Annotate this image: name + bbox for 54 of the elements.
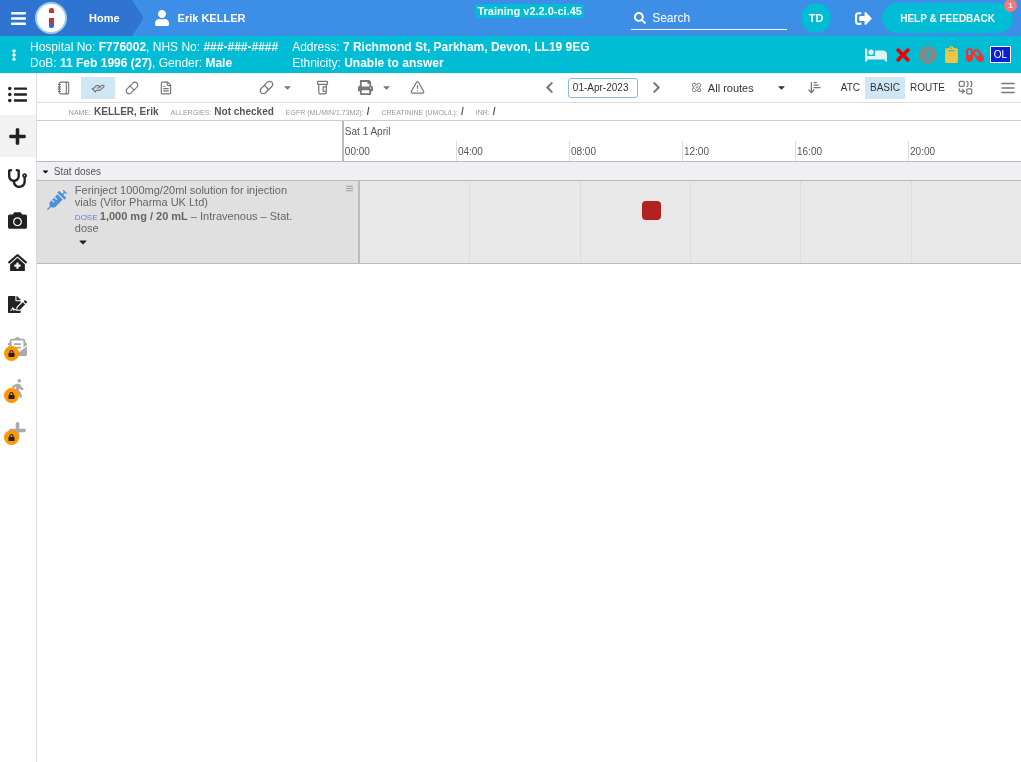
routes-dropdown[interactable]: All routes [686, 81, 791, 94]
lock-icon [4, 430, 19, 445]
group-header[interactable]: Stat doses [36, 162, 1021, 181]
date-field[interactable]: 01-Apr-2023 [567, 77, 638, 98]
hour-label: 12:00 [683, 145, 709, 157]
pill-icon [124, 80, 139, 95]
view-tab[interactable] [80, 76, 115, 99]
lock-icon [4, 388, 19, 403]
day-label: Sat 1 April [343, 125, 391, 137]
clipboard-icon[interactable] [942, 46, 960, 63]
signed-document-icon [8, 294, 28, 314]
group-title: Stat doses [53, 165, 102, 177]
grouping-tab[interactable]: ROUTE [905, 76, 950, 99]
hour-label: 00:00 [344, 145, 370, 157]
notification-badge: 1 [1004, 0, 1017, 12]
search-icon [634, 11, 647, 24]
logout-icon[interactable] [855, 9, 873, 27]
field-value: Not checked [214, 106, 274, 117]
list-icon [8, 84, 28, 104]
home-link[interactable]: Home [89, 12, 120, 24]
document-icon [158, 80, 173, 95]
field-value: / [366, 106, 370, 117]
search-input[interactable]: Search [650, 9, 775, 26]
lock-icon [4, 346, 19, 361]
stethoscope-icon [8, 168, 28, 188]
grouping-tab[interactable]: BASIC [865, 76, 905, 99]
ethnicity: Ethnicity: Unable to answer [292, 55, 445, 70]
ol-badge[interactable]: OL [989, 46, 1011, 63]
menu-button[interactable] [10, 9, 27, 27]
notebook-icon [56, 80, 71, 95]
version-label: Training v2.2.0-ci.45 [475, 4, 584, 18]
hospital-number: Hospital No: F776002, NHS No: ###-###-#### [30, 39, 279, 54]
logo-icon [35, 2, 67, 34]
syringe-icon [46, 190, 67, 210]
field-value: / [492, 106, 496, 117]
field-value: / [460, 106, 464, 117]
search-field[interactable]: Search [631, 6, 788, 30]
hour-label: 20:00 [910, 145, 936, 157]
person-icon [153, 10, 170, 26]
dose-marker[interactable] [641, 201, 661, 220]
field-value: KELLER, Erik [94, 106, 159, 117]
grouping-tab[interactable]: ATC [835, 76, 865, 99]
camera-icon [8, 210, 28, 230]
address: Address: 7 Richmond St, Parkham, Devon, LL19 9EG [292, 39, 590, 54]
hour-label: 16:00 [797, 145, 822, 157]
sidebar-item[interactable] [0, 115, 36, 157]
dose-text: DOSE 1,000 mg / 20 mL – Intravenous – Stat. dose [74, 210, 294, 234]
atom-icon [690, 82, 702, 93]
plus-icon [8, 126, 28, 146]
house-icon [8, 252, 28, 272]
hour-label: 04:00 [457, 145, 483, 157]
hour-label: 08:00 [570, 145, 596, 157]
drug-name: Ferinject 1000mg/20ml solution for injection vials (Vifor Pharma UK Ltd) [74, 184, 289, 208]
date-of-birth: DoB: 11 Feb 1996 (27), Gender: Male [30, 55, 234, 70]
